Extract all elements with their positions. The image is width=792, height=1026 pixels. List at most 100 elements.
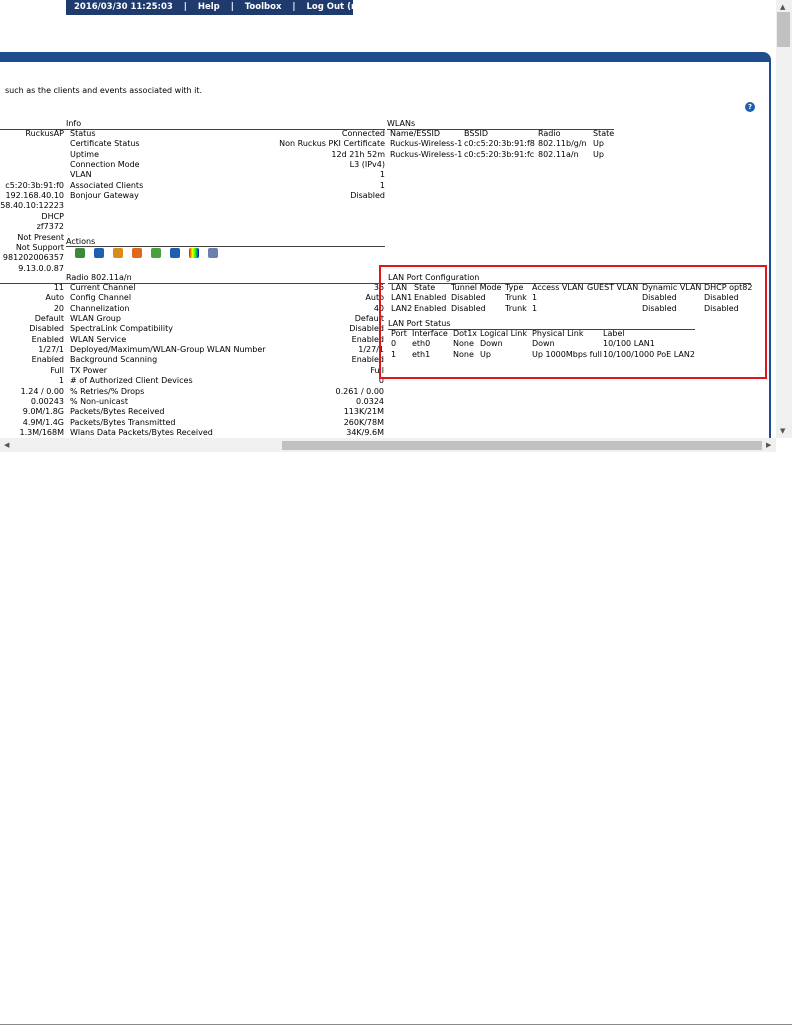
radio-value: 0.0324 (356, 396, 384, 406)
sync-icon[interactable] (170, 248, 180, 258)
info-value: Non Ruckus PKI Certificate (279, 139, 385, 149)
wlans-header: State (593, 129, 615, 138)
separator: | (292, 2, 296, 12)
spectrum-icon[interactable] (189, 248, 199, 258)
radio-label: % Non-unicast (70, 396, 128, 406)
lan-config-cell: 1 (532, 293, 538, 303)
radio-label: Current Channel (70, 283, 136, 292)
wlans-title: WLANs (387, 119, 416, 128)
lan-config-cell: Trunk (505, 303, 527, 313)
lan-status-cell: 10/100/1000 PoE LAN2 (603, 349, 695, 359)
summary-value: Not Present (17, 232, 64, 242)
radio-label: Deployed/Maximum/WLAN-Group WLAN Number (70, 345, 266, 355)
info-label: Uptime (70, 149, 100, 159)
lan-status-header: Port (391, 329, 407, 338)
refresh-icon[interactable] (94, 248, 104, 258)
horizontal-scroll-thumb[interactable] (282, 441, 762, 450)
lan-status-cell: Down (480, 339, 503, 349)
summary-value: 9.13.0.0.87 (18, 263, 64, 273)
summary-value: 58.40.10:12223 (0, 201, 64, 211)
lan-config-header: Tunnel Mode (451, 283, 502, 292)
lan-status-cell: Up (480, 349, 491, 359)
map-icon[interactable] (75, 248, 85, 258)
help-link[interactable]: Help (198, 0, 220, 15)
lan-config-cell: 1 (532, 303, 538, 313)
help-icon[interactable]: ? (745, 102, 755, 112)
info-label: Status (70, 129, 96, 138)
vertical-scroll-thumb[interactable] (777, 12, 790, 47)
lan-config-cell: Disabled (642, 293, 677, 303)
logout-link[interactable]: Log Out (ruckus) (306, 0, 386, 15)
lan-status-header: Dot1x (453, 329, 478, 338)
wlans-cell: c0:c5:20:3b:91:f8 (464, 139, 535, 149)
lan-status-cell: eth1 (412, 349, 431, 359)
radio-left-value: 1/27/1 (38, 345, 64, 355)
lan-config-header: Dynamic VLAN (642, 283, 702, 292)
radio-left-value: Disabled (29, 324, 64, 334)
lan-status-cell: None (453, 339, 474, 349)
info-label: Associated Clients (70, 180, 144, 190)
radio-value: 260K/78M (343, 417, 384, 427)
radio-left-value: 4.9M/1.4G (22, 417, 64, 427)
info-label: Bonjour Gateway (70, 191, 139, 201)
wlans-cell: 802.11b/g/n (538, 139, 587, 149)
info-value: L3 (IPv4) (349, 160, 385, 170)
vertical-scrollbar[interactable] (776, 0, 792, 438)
scroll-right-icon[interactable]: ▶ (766, 440, 771, 450)
radio-left-value: Full (50, 365, 64, 375)
lan-status-cell: 10/100 LAN1 (603, 339, 655, 349)
lan-status-cell: Up 1000Mbps full (532, 349, 602, 359)
lan-config-cell: Enabled (414, 293, 447, 303)
chart-icon[interactable] (208, 248, 218, 258)
info-value: Connected (341, 129, 385, 138)
summary-value: 981202006357 (2, 253, 64, 263)
page-description: such as the clients and events associate… (5, 86, 203, 95)
lan-config-header: LAN (391, 283, 408, 292)
radio-left-value: Auto (45, 293, 64, 303)
radio-left-value: Default (34, 314, 64, 324)
separator: | (183, 2, 187, 12)
edit-icon[interactable] (113, 248, 123, 258)
speedflex-icon[interactable] (151, 248, 161, 258)
radio-left-value: Enabled (31, 355, 64, 365)
radio-label: Channelization (70, 303, 130, 313)
actions-toolbar (75, 248, 227, 258)
lan-config-cell: LAN2 (391, 303, 413, 313)
restart-icon[interactable] (132, 248, 142, 258)
scroll-up-icon[interactable]: ▲ (780, 2, 785, 12)
divider (66, 246, 385, 247)
summary-value: DHCP (41, 211, 64, 221)
lan-status-header: Physical Link (532, 329, 584, 338)
radio-title: Radio 802.11a/n (66, 273, 132, 282)
radio-left-value: 1.24 / 0.00 (20, 386, 64, 396)
lan-status-cell: 0 (391, 339, 397, 349)
radio-value: 0.261 / 0.00 (335, 386, 385, 396)
lan-config-cell: Disabled (451, 303, 486, 313)
lan-config-header: GUEST VLAN (587, 283, 639, 292)
radio-label: Packets/Bytes Received (70, 407, 165, 417)
lan-status-header: Label (603, 329, 625, 338)
lan-config-header: Type (505, 283, 524, 292)
wlans-header: BSSID (464, 129, 489, 138)
info-value: 1 (379, 170, 385, 180)
radio-left-value: 1.3M/168M (19, 427, 65, 437)
lan-config-cell: LAN1 (391, 293, 413, 303)
info-value: 1 (379, 180, 385, 190)
separator: | (230, 2, 234, 12)
scroll-left-icon[interactable]: ◀ (4, 440, 9, 450)
radio-left-value: 11 (53, 283, 64, 292)
lan-config-title: LAN Port Configuration (388, 273, 480, 282)
wlans-cell: Ruckus-Wireless-1 (390, 149, 463, 159)
page-bottom-border (0, 1024, 792, 1025)
lan-config-cell: Enabled (414, 303, 447, 313)
lan-status-title: LAN Port Status (388, 319, 451, 328)
lan-status-cell: 1 (391, 349, 397, 359)
wlans-header: Radio (538, 129, 561, 138)
lan-status-header: Logical Link (480, 329, 527, 338)
toolbox-link[interactable]: Toolbox (245, 0, 282, 15)
radio-label: SpectraLink Compatibility (70, 324, 173, 334)
scroll-down-icon[interactable]: ▼ (780, 426, 785, 436)
radio-left-value: 1 (58, 376, 64, 386)
summary-value: 192.168.40.10 (5, 191, 64, 201)
page-viewport: 2016/03/30 11:25:03 | Help | Toolbox | L… (0, 0, 776, 438)
